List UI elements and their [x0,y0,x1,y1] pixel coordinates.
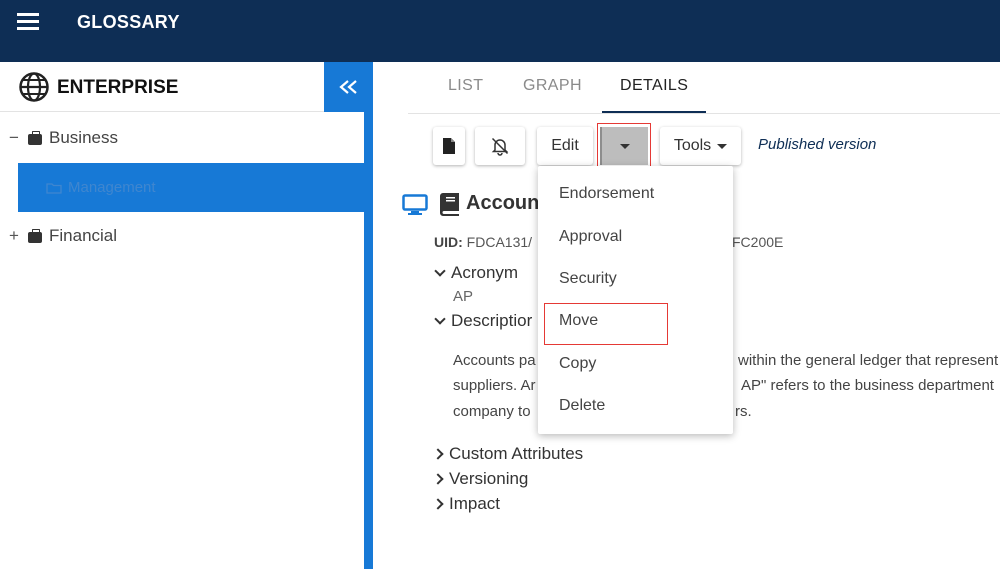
chevron-down-icon [434,264,446,277]
briefcase-icon [28,130,42,145]
menu-item-delete[interactable]: Delete [559,397,605,415]
tree-item-label: Management [68,179,156,196]
top-app-bar: GLOSSARY [0,0,1000,62]
app-title: GLOSSARY [77,12,180,32]
globe-icon [19,72,49,102]
section-acronym[interactable]: Acronym [434,263,518,283]
description-text: company to [453,403,531,420]
section-label: Acronym [451,263,519,282]
collapse-sidebar-button[interactable] [324,62,373,112]
description-text: rs. [735,403,752,420]
expand-toggle[interactable]: + [0,226,28,246]
document-button[interactable] [433,127,465,165]
section-label: Custom Attributes [449,444,584,463]
chevron-right-icon [432,448,444,460]
menu-item-move[interactable]: Move [559,312,598,330]
caret-down-icon [620,143,630,149]
menu-icon[interactable] [17,13,39,31]
sidebar-header: ENTERPRISE [0,62,324,112]
tools-label: Tools [673,137,712,154]
sidebar-resize-edge[interactable] [364,62,373,569]
section-impact[interactable]: Impact [432,494,501,514]
double-chevron-left-icon [338,80,357,94]
menu-item-endorsement[interactable]: Endorsement [559,185,654,203]
notifications-off-button[interactable] [475,127,525,165]
menu-item-security[interactable]: Security [559,270,617,288]
collapse-toggle[interactable]: − [0,128,28,148]
acronym-value: AP [453,288,474,305]
tab-list[interactable]: LIST [448,77,483,95]
chevron-right-icon [432,498,444,510]
briefcase-icon [28,228,42,243]
description-text: Accounts pa [453,352,536,369]
menu-item-approval[interactable]: Approval [559,228,622,246]
uid-value-suffix: FC200E [732,234,784,250]
book-icon [440,193,459,216]
term-title: Accoun [466,192,540,214]
description-text: AP" refers to the business department [741,377,994,394]
tab-details[interactable]: DETAILS [620,77,688,95]
active-tab-indicator [602,111,706,113]
caret-down-icon [717,143,728,149]
chevron-right-icon [432,473,444,485]
uid-value: FDCA131/ [466,234,533,250]
uid-line: UID: FDCA131/ [434,234,532,250]
description-text: suppliers. Ar [453,377,536,394]
tree-item-financial[interactable]: + Financial [0,221,117,251]
published-version-link[interactable]: Published version [758,136,876,153]
section-label: Impact [449,494,501,513]
tree-item-business[interactable]: − Business [0,123,118,153]
monitor-icon [402,194,428,215]
uid-label: UID: [434,234,463,250]
tree-item-management[interactable]: Management [18,163,364,212]
section-description[interactable]: Descriptior [434,311,532,331]
description-text: within the general ledger that represent [738,352,999,369]
folder-icon [46,182,62,194]
tab-graph[interactable]: GRAPH [523,77,582,95]
section-label: Descriptior [451,311,533,330]
view-tabs: LIST GRAPH DETAILS [408,62,1000,114]
edit-button[interactable]: Edit [537,127,593,165]
menu-item-copy[interactable]: Copy [559,355,596,373]
chevron-down-icon [434,312,446,325]
edit-dropdown-menu: Endorsement Approval Security Move Copy … [538,166,733,434]
sidebar-title: ENTERPRISE [57,77,179,98]
document-icon [443,138,455,154]
section-custom-attributes[interactable]: Custom Attributes [432,444,584,464]
bell-off-icon [491,137,509,156]
tools-button[interactable]: Tools [660,127,741,165]
section-label: Versioning [449,469,529,488]
tree-item-label: Business [49,128,118,147]
edit-dropdown-toggle[interactable] [600,127,648,165]
tree-item-label: Financial [49,226,118,245]
section-versioning[interactable]: Versioning [432,469,529,489]
